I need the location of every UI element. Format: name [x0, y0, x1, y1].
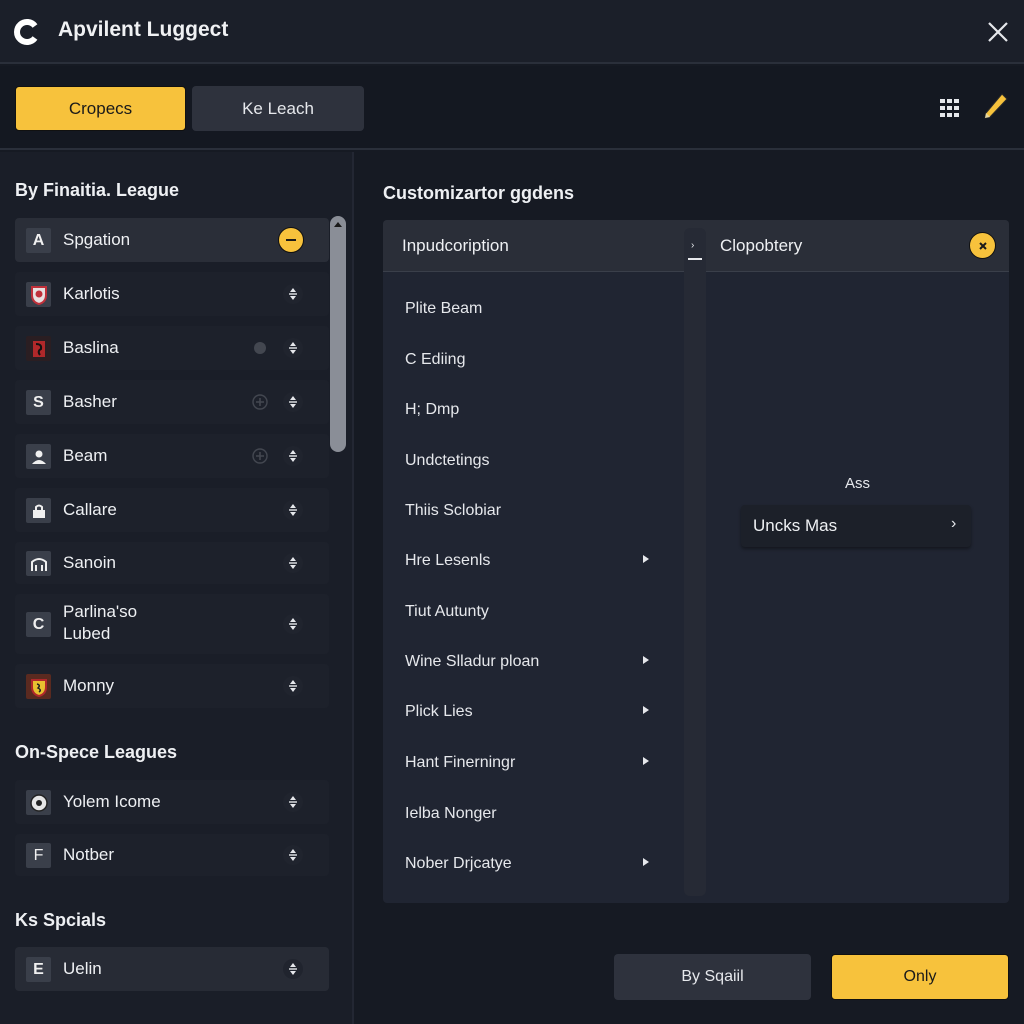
pencil-icon[interactable]	[980, 91, 1010, 123]
drag-handle-icon	[688, 258, 702, 260]
tab-cropecs[interactable]: Cropecs	[15, 86, 186, 131]
option-item[interactable]: Undctetings	[405, 452, 665, 470]
arch-icon	[26, 551, 51, 576]
option-item[interactable]: Wine Slladur ploan	[405, 653, 665, 671]
grid-icon[interactable]	[938, 97, 960, 119]
reorder-icon[interactable]	[283, 792, 303, 812]
app-title: Apvilent Luggect	[58, 18, 229, 41]
reorder-icon[interactable]	[283, 553, 303, 573]
reorder-icon[interactable]	[283, 845, 303, 865]
option-item[interactable]: C Ediing	[405, 351, 665, 369]
crest-red-icon	[26, 282, 51, 307]
option-item[interactable]: Nober Drjcatye	[405, 855, 665, 873]
option-item[interactable]: Hre Lesenls	[405, 552, 665, 570]
right-column-header: Clopobtery	[720, 236, 803, 255]
league-name: Monny	[63, 676, 115, 695]
right-panel-item[interactable]: Uncks Mas ›	[741, 505, 971, 547]
secondary-button[interactable]: By Sqaiil	[614, 954, 811, 1000]
letter-e-icon: E	[26, 957, 51, 982]
league-name: Yolem Icome	[63, 792, 161, 811]
option-item[interactable]: Plite Beam	[405, 300, 665, 318]
person-icon	[26, 444, 51, 469]
submenu-arrow-icon	[643, 706, 649, 714]
chevron-icon: ›	[691, 240, 695, 251]
league-name: Karlotis	[63, 284, 120, 303]
add-icon[interactable]	[250, 446, 270, 466]
reorder-icon[interactable]	[283, 614, 303, 634]
submenu-arrow-icon	[643, 555, 649, 563]
option-item[interactable]: H; Dmp	[405, 401, 665, 419]
league-item-baslina[interactable]: Baslina	[15, 326, 329, 370]
league-item-sanoin[interactable]: Sanoin	[15, 542, 329, 584]
add-icon[interactable]	[250, 338, 270, 358]
league-name: Spgation	[63, 230, 131, 249]
sidebar-scrollbar[interactable]	[330, 216, 346, 452]
league-item-parlinaso-lubed[interactable]: C Parlina'so Lubed	[15, 594, 329, 654]
league-name: Sanoin	[63, 553, 116, 572]
column-splitter[interactable]: ›	[684, 228, 706, 896]
league-item-karlotis[interactable]: Karlotis	[15, 272, 329, 316]
submenu-arrow-icon	[643, 656, 649, 664]
league-item-notber[interactable]: F Notber	[15, 834, 329, 876]
submenu-arrow-icon	[643, 757, 649, 765]
close-icon[interactable]	[984, 18, 1012, 46]
chevron-right-icon: ›	[951, 515, 957, 532]
option-item[interactable]: Tiut Autunty	[405, 603, 665, 621]
reorder-icon[interactable]	[283, 392, 303, 412]
league-item-uelin[interactable]: E Uelin	[15, 947, 329, 991]
league-name: Notber	[63, 845, 115, 864]
reorder-icon[interactable]	[283, 676, 303, 696]
c-logo-icon	[14, 19, 38, 45]
league-item-spgation[interactable]: A Spgation	[15, 218, 329, 262]
submenu-arrow-icon	[643, 858, 649, 866]
letter-f-icon: F	[26, 843, 51, 868]
crest-dragon-icon	[26, 336, 51, 361]
option-item[interactable]: Plick Lies	[405, 703, 665, 721]
toolbar: Cropecs Ke Leach	[0, 66, 1024, 150]
letter-c-icon: C	[26, 612, 51, 637]
league-name: Beam	[63, 446, 108, 465]
reorder-icon[interactable]	[283, 500, 303, 520]
reorder-icon[interactable]	[283, 959, 303, 979]
scroll-up-icon[interactable]	[334, 222, 342, 227]
left-column-header: Inpudcoription	[402, 236, 509, 255]
league-item-callare[interactable]: Callare	[15, 488, 329, 532]
league-name: Callare	[63, 500, 117, 519]
section-title-ks-spcials: Ks Spcials	[15, 910, 107, 930]
league-name: Uelin	[63, 959, 102, 978]
option-item[interactable]: Hant Finerningr	[405, 754, 665, 772]
remove-icon[interactable]	[278, 227, 304, 253]
option-item[interactable]: Ielba Nonger	[405, 805, 665, 823]
clear-icon[interactable]	[969, 232, 996, 259]
section-title-on-spece: On-Spece Leagues	[15, 742, 178, 762]
crest-yellow-icon	[26, 674, 51, 699]
primary-button[interactable]: Only	[831, 954, 1009, 1000]
league-name: Basher	[63, 392, 117, 411]
right-panel-label: Ass	[845, 475, 871, 492]
league-item-beam[interactable]: Beam	[15, 434, 329, 478]
reorder-icon[interactable]	[283, 446, 303, 466]
letter-s-icon: S	[26, 390, 51, 415]
add-icon[interactable]	[250, 392, 270, 412]
ball-icon	[26, 790, 51, 815]
right-item-label: Uncks Mas	[753, 516, 838, 535]
league-name: Baslina	[63, 338, 119, 357]
main-title: Customizartor ggdens	[383, 183, 575, 203]
lock-icon	[26, 498, 51, 523]
option-item[interactable]: Thiis Sclobiar	[405, 502, 665, 520]
reorder-icon[interactable]	[283, 284, 303, 304]
league-name: Parlina'so Lubed	[63, 602, 138, 643]
reorder-icon[interactable]	[283, 338, 303, 358]
league-item-basher[interactable]: S Basher	[15, 380, 329, 424]
league-item-monny[interactable]: Monny	[15, 664, 329, 708]
customization-panel: Inpudcoription Clopobtery › Plite Beam C…	[383, 220, 1009, 903]
letter-a-icon: A	[26, 228, 51, 253]
section-title-finaitia: By Finaitia. League	[15, 180, 180, 200]
tab-ke-leach[interactable]: Ke Leach	[192, 86, 364, 131]
league-item-yolem-icome[interactable]: Yolem Icome	[15, 780, 329, 824]
title-bar: Apvilent Luggect	[0, 0, 1024, 64]
